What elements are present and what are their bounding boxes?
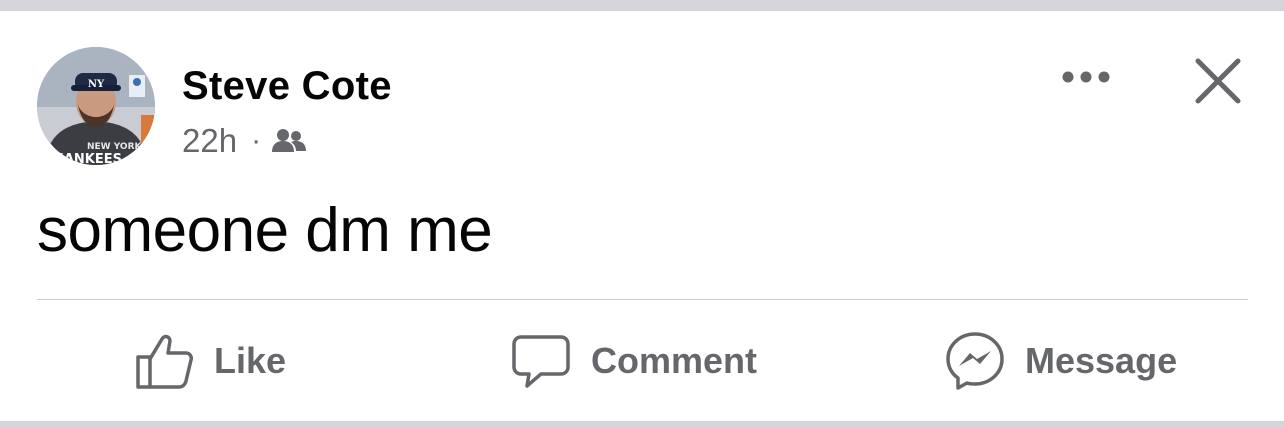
like-label: Like <box>214 340 287 381</box>
actions-divider <box>37 299 1248 300</box>
svg-text:NY: NY <box>88 79 105 90</box>
avatar-photo: NY NEW YORK JANKEES <box>37 47 155 165</box>
comment-button[interactable]: Comment <box>511 325 757 397</box>
post-timestamp[interactable]: 22h <box>182 122 237 160</box>
bottom-frame <box>0 421 1284 427</box>
more-options-button[interactable] <box>1058 66 1114 88</box>
thumbs-up-icon <box>136 334 193 389</box>
close-button[interactable] <box>1192 55 1244 107</box>
post-card: NY NEW YORK JANKEES Steve Cote 22h · som… <box>0 11 1284 421</box>
message-button[interactable]: Message <box>945 325 1177 397</box>
author-name[interactable]: Steve Cote <box>182 64 392 109</box>
message-label: Message <box>1025 340 1178 381</box>
speech-bubble-icon <box>512 335 570 388</box>
svg-text:JANKEES: JANKEES <box>58 152 122 165</box>
author-avatar[interactable]: NY NEW YORK JANKEES <box>37 47 155 165</box>
like-button[interactable]: Like <box>134 325 286 397</box>
comment-label: Comment <box>591 340 758 381</box>
svg-text:NEW YORK: NEW YORK <box>87 142 143 152</box>
messenger-icon <box>946 332 1004 390</box>
more-dots-icon <box>1062 71 1110 83</box>
friends-icon <box>271 128 307 154</box>
meta-separator: · <box>251 124 262 157</box>
post-meta: 22h · <box>182 122 307 160</box>
close-icon <box>1195 58 1241 104</box>
post-text: someone dm me <box>37 196 493 265</box>
